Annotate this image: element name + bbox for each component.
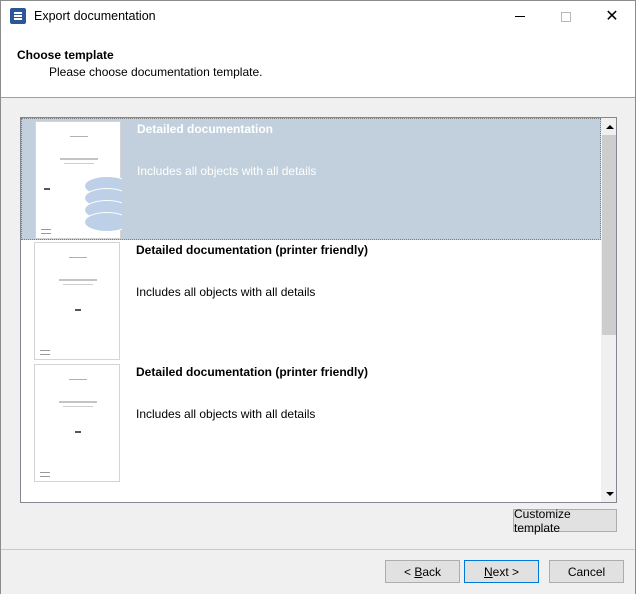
vertical-scrollbar[interactable] bbox=[601, 118, 616, 502]
wizard-footer: < Back Next > Cancel bbox=[1, 550, 635, 594]
window-title: Export documentation bbox=[34, 9, 156, 23]
template-item-printer-friendly[interactable]: Detailed documentation (printer friendly… bbox=[21, 240, 601, 362]
page-title: Choose template bbox=[17, 48, 114, 62]
maximize-button[interactable] bbox=[543, 1, 589, 32]
scroll-down-button[interactable] bbox=[601, 485, 616, 502]
title-bar: Export documentation ✕ bbox=[1, 1, 635, 32]
arrow-up-icon bbox=[605, 124, 614, 129]
arrow-down-icon bbox=[605, 491, 614, 496]
next-button-label: ext > bbox=[492, 564, 520, 579]
cancel-button[interactable]: Cancel bbox=[549, 560, 624, 583]
template-item-printer-friendly-2[interactable]: Detailed documentation (printer friendly… bbox=[21, 362, 601, 484]
scrollbar-thumb[interactable] bbox=[602, 135, 616, 335]
customize-template-button[interactable]: Customize template bbox=[513, 507, 617, 535]
app-icon bbox=[10, 8, 26, 24]
template-description: Includes all objects with all details bbox=[136, 407, 316, 421]
template-title: Detailed documentation (printer friendly… bbox=[136, 365, 369, 379]
maximize-icon bbox=[561, 11, 571, 22]
template-title: Detailed documentation (printer friendly… bbox=[136, 243, 369, 257]
close-button[interactable]: ✕ bbox=[589, 1, 635, 32]
back-button-mnemonic: B bbox=[414, 564, 423, 579]
template-description: Includes all objects with all details bbox=[136, 285, 316, 299]
wizard-content: Detailed documentation Includes all obje… bbox=[1, 98, 635, 550]
template-thumbnail bbox=[35, 121, 122, 239]
database-icon bbox=[84, 176, 122, 232]
export-documentation-window: Export documentation ✕ Choose template P… bbox=[0, 0, 636, 594]
template-title: Detailed documentation bbox=[137, 122, 274, 136]
back-button-prefix: < bbox=[403, 564, 415, 579]
next-button-mnemonic: N bbox=[483, 564, 493, 579]
template-thumbnail bbox=[34, 242, 120, 360]
template-thumbnail bbox=[34, 364, 120, 482]
template-item-detailed[interactable]: Detailed documentation Includes all obje… bbox=[21, 118, 601, 240]
page-subtitle: Please choose documentation template. bbox=[49, 65, 263, 79]
template-description: Includes all objects with all details bbox=[137, 164, 317, 178]
scroll-up-button[interactable] bbox=[601, 118, 616, 135]
wizard-header: Choose template Please choose documentat… bbox=[1, 32, 635, 98]
close-icon: ✕ bbox=[605, 7, 619, 25]
template-list[interactable]: Detailed documentation Includes all obje… bbox=[20, 117, 617, 503]
minimize-button[interactable] bbox=[497, 1, 543, 32]
minimize-icon bbox=[515, 16, 525, 17]
back-button-label: ack bbox=[422, 564, 442, 579]
back-button[interactable]: < Back bbox=[385, 560, 460, 583]
next-button[interactable]: Next > bbox=[464, 560, 539, 583]
